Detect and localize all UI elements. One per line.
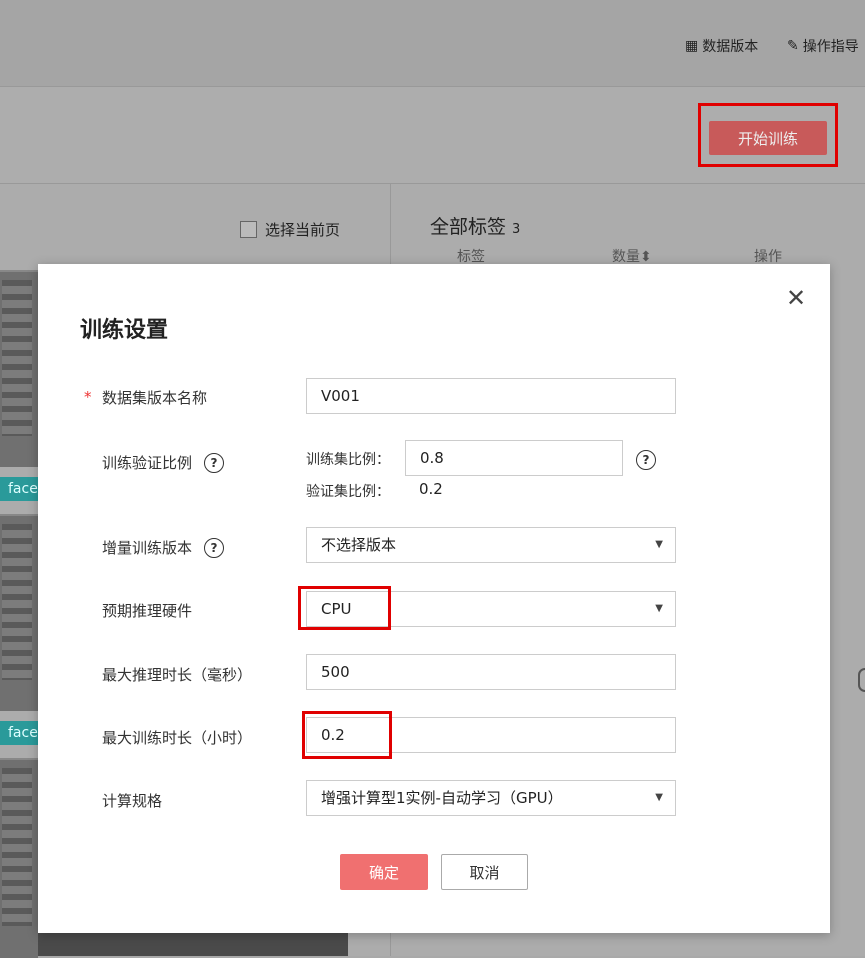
required-mark: * xyxy=(84,388,92,406)
scroll-knob[interactable] xyxy=(858,668,865,692)
data-version-link[interactable]: ▦ 数据版本 xyxy=(685,36,758,56)
image-strip xyxy=(38,930,348,956)
help-icon[interactable]: ? xyxy=(636,450,656,470)
guide-link[interactable]: ✎ 操作指导 xyxy=(787,36,859,56)
start-training-highlight: 开始训练 xyxy=(698,103,838,167)
grid-icon: ▦ xyxy=(685,38,699,54)
image-thumbnail[interactable] xyxy=(0,270,38,467)
help-icon[interactable]: ? xyxy=(204,452,225,473)
max-inference-time-input[interactable]: 500 xyxy=(306,654,676,690)
max-inference-time-label: 最大推理时长（毫秒） xyxy=(102,666,253,684)
edit-icon: ✎ xyxy=(787,38,799,54)
close-icon[interactable]: ✕ xyxy=(786,286,806,310)
labels-count: 3 xyxy=(512,222,521,237)
max-training-time-input[interactable]: 0.2 xyxy=(306,717,676,753)
start-training-button[interactable]: 开始训练 xyxy=(709,121,827,155)
max-training-time-label: 最大训练时长（小时） xyxy=(102,729,253,747)
val-ratio-value: 0.2 xyxy=(419,480,443,498)
face-tag: face xyxy=(0,721,38,745)
help-icon[interactable]: ? xyxy=(204,537,225,558)
select-current-page[interactable]: 选择当前页 xyxy=(240,219,340,240)
dataset-version-name-label: 数据集版本名称 xyxy=(102,389,208,407)
inference-hardware-label: 预期推理硬件 xyxy=(102,602,193,620)
all-labels-title: 全部标签 3 xyxy=(430,216,521,238)
column-action: 操作 xyxy=(754,249,782,265)
column-count[interactable]: 数量⬍ xyxy=(612,246,652,266)
incremental-version-select[interactable]: 不选择版本 xyxy=(306,527,676,563)
train-ratio-label: 训练集比例： xyxy=(306,452,390,468)
split-ratio-label: 训练验证比例 ? xyxy=(102,452,225,473)
sort-icon[interactable]: ⬍ xyxy=(640,249,652,265)
train-ratio-input[interactable]: 0.8 xyxy=(405,440,623,476)
face-tag: face xyxy=(0,477,38,501)
dataset-version-name-input[interactable]: V001 xyxy=(306,378,676,414)
select-page-checkbox[interactable] xyxy=(240,221,257,238)
image-thumbnail[interactable] xyxy=(0,514,38,711)
compute-spec-label: 计算规格 xyxy=(102,792,163,810)
top-bar: ▦ 数据版本 ✎ 操作指导 xyxy=(0,0,865,87)
training-settings-dialog: 训练设置 ✕ * 数据集版本名称 V001 训练验证比例 ? 训练集比例： 0.… xyxy=(38,264,830,933)
ok-button[interactable]: 确定 xyxy=(340,854,428,890)
compute-spec-select[interactable]: 增强计算型1实例-自动学习（GPU） xyxy=(306,780,676,816)
incremental-version-label: 增量训练版本 ? xyxy=(102,537,225,558)
dialog-title: 训练设置 xyxy=(80,318,169,343)
column-label: 标签 xyxy=(457,249,485,265)
cancel-button[interactable]: 取消 xyxy=(441,854,528,890)
inference-hardware-select[interactable]: CPU xyxy=(306,591,676,627)
image-thumbnail[interactable] xyxy=(0,758,38,958)
val-ratio-label: 验证集比例： xyxy=(306,484,390,500)
